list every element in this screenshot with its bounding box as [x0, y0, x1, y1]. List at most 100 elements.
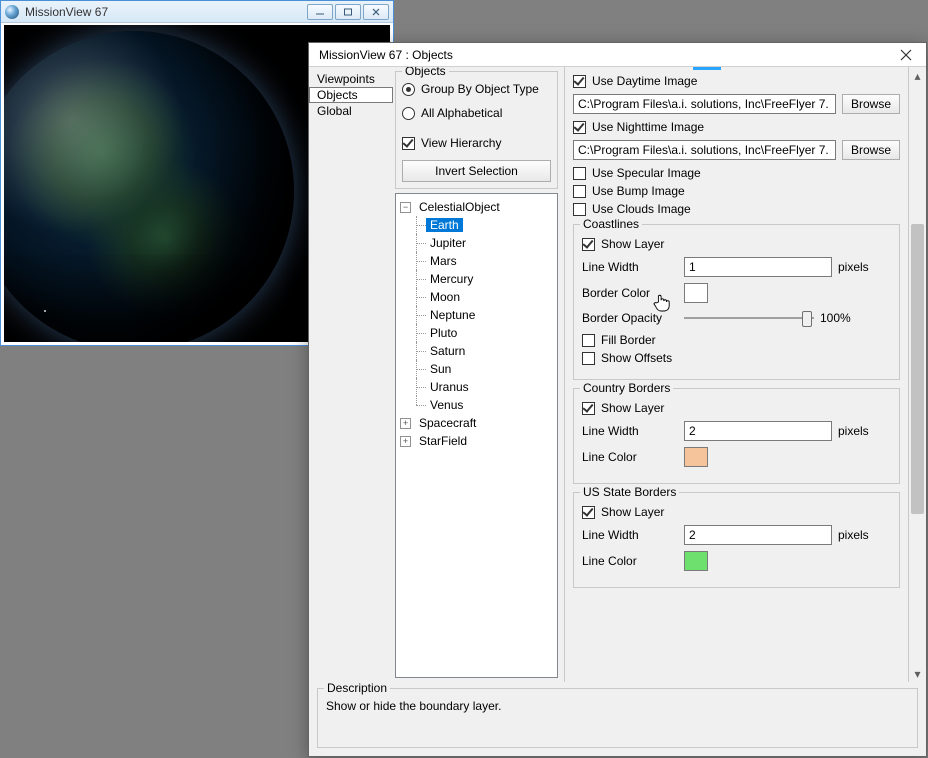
check-use-specular-image[interactable]: Use Specular Image	[573, 166, 900, 180]
objects-group-fieldset: Objects Group By Object Type All Alphabe…	[395, 71, 558, 189]
swatch-coastlines-border-color[interactable]	[684, 283, 708, 303]
objects-tree[interactable]: − CelestialObject Earth Jupiter Mars	[395, 193, 558, 678]
label-line-color: Line Color	[582, 554, 678, 568]
invert-selection-button[interactable]: Invert Selection	[402, 160, 551, 182]
scrollbar-track[interactable]	[909, 84, 926, 665]
coastlines-fieldset: Coastlines Show Layer Line Width pixels …	[573, 224, 900, 380]
tree-node-venus[interactable]: Venus	[396, 396, 557, 414]
missionview-titlebar[interactable]: MissionView 67	[1, 1, 393, 23]
tree-node-mercury[interactable]: Mercury	[396, 270, 557, 288]
input-nighttime-path[interactable]: C:\Program Files\a.i. solutions, Inc\Fre…	[573, 140, 836, 160]
input-country-line-width[interactable]	[684, 421, 832, 441]
check-use-bump-image[interactable]: Use Bump Image	[573, 184, 900, 198]
swatch-country-line-color[interactable]	[684, 447, 708, 467]
scroll-up-arrow-icon[interactable]: ▴	[909, 67, 926, 84]
dialog-body: Viewpoints Objects Global Objects Group …	[309, 67, 926, 682]
nav-item-global[interactable]: Global	[309, 103, 393, 119]
check-coastlines-fill-border[interactable]: Fill Border	[582, 333, 891, 347]
check-view-hierarchy[interactable]: View Hierarchy	[402, 136, 551, 150]
label-border-opacity: Border Opacity	[582, 311, 678, 325]
browse-daytime-button[interactable]: Browse	[842, 94, 900, 114]
tree-node-label: Mercury	[426, 272, 477, 286]
row-coastlines-border-color: Border Color	[582, 283, 891, 303]
radio-all-alphabetical[interactable]: All Alphabetical	[402, 106, 551, 120]
tree-node-label: Earth	[426, 218, 463, 232]
check-label: Fill Border	[601, 333, 656, 347]
tree-expand-icon[interactable]: +	[400, 418, 411, 429]
swatch-us-states-line-color[interactable]	[684, 551, 708, 571]
check-label: Use Specular Image	[592, 166, 701, 180]
row-nighttime-path: C:\Program Files\a.i. solutions, Inc\Fre…	[573, 140, 900, 160]
tree-node-uranus[interactable]: Uranus	[396, 378, 557, 396]
check-label: Use Bump Image	[592, 184, 685, 198]
slider-border-opacity[interactable]	[684, 309, 814, 327]
label-pixels: pixels	[838, 424, 869, 438]
check-use-clouds-image[interactable]: Use Clouds Image	[573, 202, 900, 216]
tree-node-label: Mars	[426, 254, 461, 268]
check-us-states-show-layer[interactable]: Show Layer	[582, 505, 891, 519]
objects-panel: Objects Group By Object Type All Alphabe…	[393, 67, 565, 682]
check-icon	[582, 238, 595, 251]
input-us-states-line-width[interactable]	[684, 525, 832, 545]
tree-node-label: Uranus	[426, 380, 473, 394]
us-state-borders-fieldset: US State Borders Show Layer Line Width p…	[573, 492, 900, 588]
tree-node-label: StarField	[415, 434, 471, 448]
maximize-button[interactable]	[335, 4, 361, 20]
tree-node-pluto[interactable]: Pluto	[396, 324, 557, 342]
tree-node-label: Spacecraft	[415, 416, 480, 430]
row-coastlines-line-width: Line Width pixels	[582, 257, 891, 277]
tree-node-label: Jupiter	[426, 236, 470, 250]
label-line-width: Line Width	[582, 260, 678, 274]
tree-node-neptune[interactable]: Neptune	[396, 306, 557, 324]
check-icon	[573, 75, 586, 88]
tree-node-jupiter[interactable]: Jupiter	[396, 234, 557, 252]
tree-node-celestialobject[interactable]: − CelestialObject	[396, 198, 557, 216]
tree-node-earth[interactable]: Earth	[396, 216, 557, 234]
label-border-color: Border Color	[582, 286, 678, 300]
check-label: Use Daytime Image	[592, 74, 697, 88]
tree-node-mars[interactable]: Mars	[396, 252, 557, 270]
tree-collapse-icon[interactable]: −	[400, 202, 411, 213]
dialog-close-button[interactable]	[886, 43, 926, 67]
check-label: Use Nighttime Image	[592, 120, 704, 134]
check-country-show-layer[interactable]: Show Layer	[582, 401, 891, 415]
tree-node-saturn[interactable]: Saturn	[396, 342, 557, 360]
tree-node-label: Venus	[426, 398, 467, 412]
input-daytime-path[interactable]: C:\Program Files\a.i. solutions, Inc\Fre…	[573, 94, 836, 114]
label-line-width: Line Width	[582, 424, 678, 438]
tree-expand-icon[interactable]: +	[400, 436, 411, 447]
input-coastlines-line-width[interactable]	[684, 257, 832, 277]
value-border-opacity: 100%	[820, 311, 851, 325]
check-icon	[582, 402, 595, 415]
dialog-titlebar[interactable]: MissionView 67 : Objects	[309, 43, 926, 67]
scrollbar-thumb[interactable]	[911, 224, 924, 514]
dialog-nav: Viewpoints Objects Global	[309, 67, 393, 682]
radio-group-by-type[interactable]: Group By Object Type	[402, 82, 551, 96]
browse-nighttime-button[interactable]: Browse	[842, 140, 900, 160]
tree-node-label: Pluto	[426, 326, 461, 340]
check-use-nighttime-image[interactable]: Use Nighttime Image	[573, 120, 900, 134]
nav-item-objects[interactable]: Objects	[309, 87, 393, 103]
check-label: Show Layer	[601, 237, 664, 251]
properties-scroll-area: Use Daytime Image C:\Program Files\a.i. …	[565, 67, 909, 682]
nav-item-viewpoints[interactable]: Viewpoints	[309, 71, 393, 87]
check-coastlines-show-layer[interactable]: Show Layer	[582, 237, 891, 251]
label-line-color: Line Color	[582, 450, 678, 464]
tree-node-spacecraft[interactable]: + Spacecraft	[396, 414, 557, 432]
tree-node-label: Neptune	[426, 308, 479, 322]
tree-node-moon[interactable]: Moon	[396, 288, 557, 306]
tree-node-sun[interactable]: Sun	[396, 360, 557, 378]
check-use-daytime-image[interactable]: Use Daytime Image	[573, 74, 900, 88]
tree-node-starfield[interactable]: + StarField	[396, 432, 557, 450]
description-fieldset: Description Show or hide the boundary la…	[317, 688, 918, 748]
tree-node-label: Saturn	[426, 344, 469, 358]
us-state-borders-legend: US State Borders	[580, 485, 679, 499]
minimize-button[interactable]	[307, 4, 333, 20]
properties-scrollbar[interactable]: ▴ ▾	[909, 67, 926, 682]
close-button[interactable]	[363, 4, 389, 20]
properties-panel: Use Daytime Image C:\Program Files\a.i. …	[565, 67, 926, 682]
check-icon	[573, 185, 586, 198]
radio-label: All Alphabetical	[421, 106, 502, 120]
check-coastlines-show-offsets[interactable]: Show Offsets	[582, 351, 891, 365]
scroll-down-arrow-icon[interactable]: ▾	[909, 665, 926, 682]
